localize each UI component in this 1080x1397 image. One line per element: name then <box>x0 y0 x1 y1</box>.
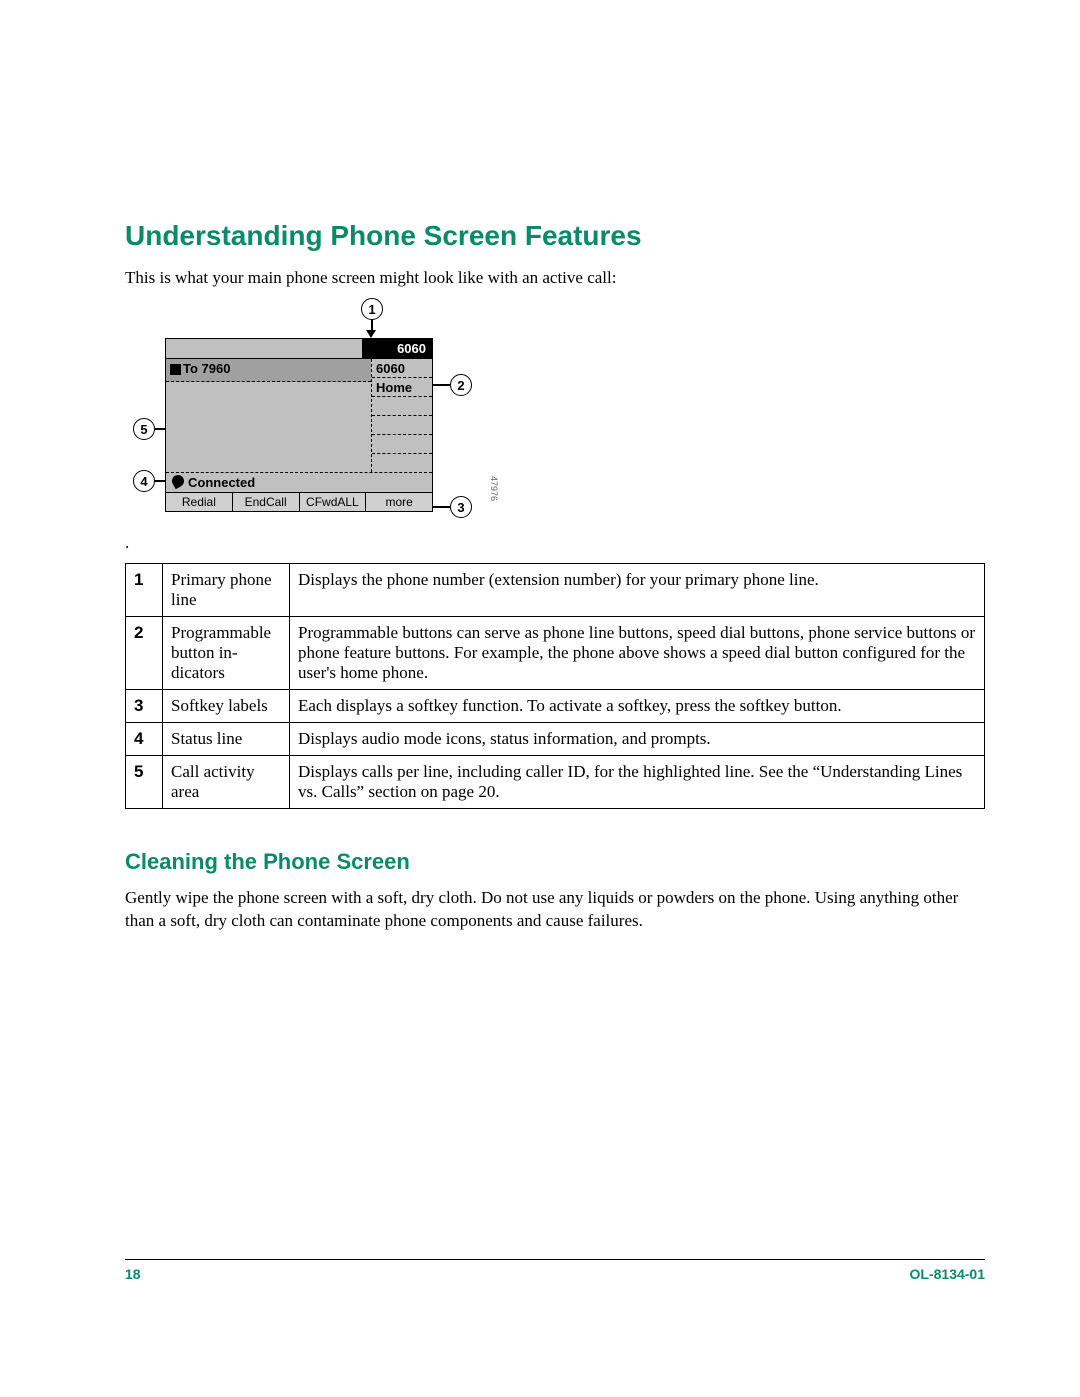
callout-term: Status line <box>163 723 290 756</box>
line-button-4 <box>372 416 432 435</box>
call-activity-row: To 7960 <box>166 359 371 382</box>
doc-number: OL-8134-01 <box>910 1266 985 1282</box>
softkey-cfwdall: CFwdALL <box>300 493 367 511</box>
callout-3: 3 <box>450 496 472 518</box>
call-activity-area <box>166 382 371 472</box>
line-button-5 <box>372 435 432 454</box>
separator-dot: . <box>125 533 985 553</box>
table-row: 2Programma­ble button in­dicatorsProgram… <box>126 617 985 690</box>
callout-1: 1 <box>361 298 383 320</box>
line-button-1: 6060 <box>372 359 432 378</box>
table-row: 4Status lineDisplays audio mode icons, s… <box>126 723 985 756</box>
callout-desc: Programmable buttons can serve as phone … <box>290 617 985 690</box>
phone-diagram: 1 6060 To 7960 6060 Home <box>125 298 505 523</box>
callout-desc: Each displays a softkey function. To act… <box>290 690 985 723</box>
softkey-more: more <box>366 493 432 511</box>
table-row: 1Primary phone lineDisplays the phone nu… <box>126 564 985 617</box>
callout-term: Programma­ble button in­dicators <box>163 617 290 690</box>
callout-number: 1 <box>126 564 163 617</box>
softkey-endcall: EndCall <box>233 493 300 511</box>
call-icon <box>170 364 181 375</box>
callout-term: Primary phone line <box>163 564 290 617</box>
callout-desc: Displays the phone number (extension num… <box>290 564 985 617</box>
cleaning-paragraph: Gently wipe the phone screen with a soft… <box>125 887 985 933</box>
callout-4: 4 <box>133 470 155 492</box>
primary-line-number: 6060 <box>362 339 432 358</box>
status-line: Connected <box>166 472 432 492</box>
line-button-2: Home <box>372 378 432 397</box>
status-text: Connected <box>188 475 255 490</box>
intro-text: This is what your main phone screen migh… <box>125 268 985 288</box>
softkey-redial: Redial <box>166 493 233 511</box>
arrow-head-icon <box>366 330 376 338</box>
arrow-line <box>155 428 165 430</box>
line-button-6 <box>372 454 432 472</box>
page-footer: 18 OL-8134-01 <box>125 1259 985 1282</box>
arrow-line <box>433 506 450 508</box>
line-button-3 <box>372 397 432 416</box>
callout-5: 5 <box>133 418 155 440</box>
phone-screen: 6060 To 7960 6060 Home Con <box>165 338 433 512</box>
callout-number: 2 <box>126 617 163 690</box>
button-indicators: 6060 Home <box>372 359 432 472</box>
arrow-line <box>155 480 165 482</box>
softkey-row: Redial EndCall CFwdALL more <box>166 492 432 511</box>
callout-number: 4 <box>126 723 163 756</box>
table-row: 3Softkey labelsEach displays a softkey f… <box>126 690 985 723</box>
page-number: 18 <box>125 1266 141 1282</box>
table-row: 5Call activity areaDisplays calls per li… <box>126 756 985 809</box>
callout-number: 5 <box>126 756 163 809</box>
section-heading: Understanding Phone Screen Features <box>125 220 985 252</box>
call-to-label: To 7960 <box>183 361 230 376</box>
handset-icon <box>170 473 186 489</box>
callout-desc: Displays calls per line, including calle… <box>290 756 985 809</box>
callout-term: Call activity area <box>163 756 290 809</box>
callout-desc: Displays audio mode icons, status inform… <box>290 723 985 756</box>
callout-2: 2 <box>450 374 472 396</box>
subsection-heading: Cleaning the Phone Screen <box>125 849 985 875</box>
callout-number: 3 <box>126 690 163 723</box>
callout-term: Softkey labels <box>163 690 290 723</box>
callout-table: 1Primary phone lineDisplays the phone nu… <box>125 563 985 809</box>
arrow-line <box>433 384 450 386</box>
diagram-id: 47976 <box>489 476 499 501</box>
